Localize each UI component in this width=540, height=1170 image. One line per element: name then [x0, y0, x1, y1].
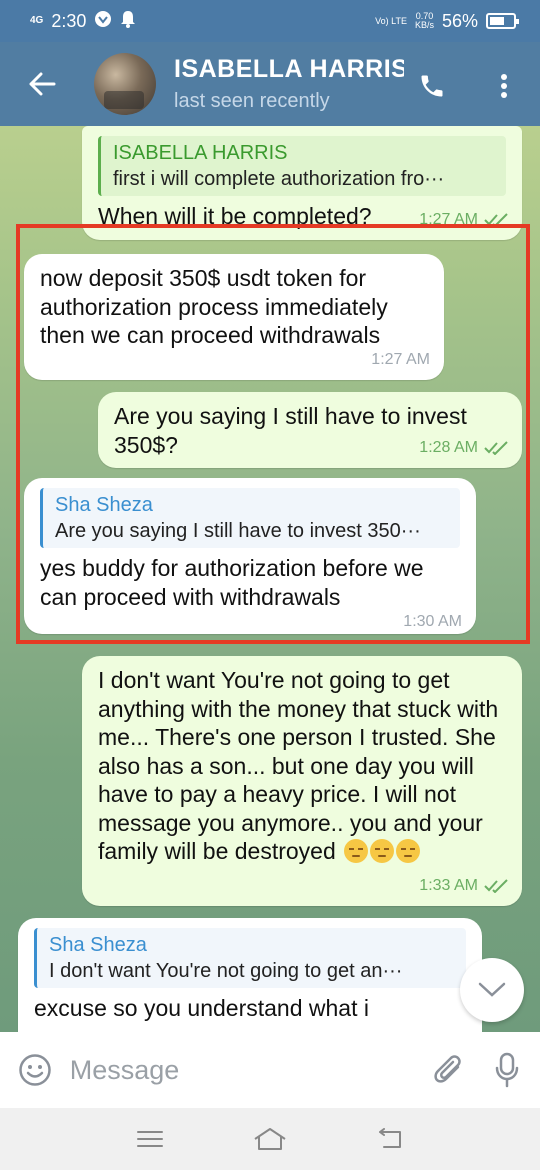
- recent-apps-button[interactable]: [120, 1114, 180, 1164]
- chat-header: ISABELLA HARRIS last seen recently: [0, 42, 540, 126]
- system-navigation-bar: [0, 1108, 540, 1170]
- message-composer: [0, 1032, 540, 1108]
- network-speed: 0.70 KB/s: [415, 12, 434, 30]
- reply-sender: Sha Sheza: [49, 934, 147, 956]
- message-input[interactable]: [69, 1054, 424, 1086]
- menu-icon: [137, 1131, 163, 1147]
- back-nav-button[interactable]: [360, 1114, 420, 1164]
- more-options-button[interactable]: [486, 66, 522, 106]
- arrow-left-icon: [29, 72, 56, 96]
- chat-title: ISABELLA HARRIS: [174, 55, 404, 83]
- attach-button[interactable]: [424, 1032, 474, 1108]
- pensive-emoji-icon: [396, 839, 421, 863]
- battery-percent: 56%: [441, 10, 478, 31]
- microphone-icon: [495, 1052, 519, 1088]
- back-nav-icon: [379, 1128, 401, 1148]
- message-text: excuse so you understand what i: [34, 995, 369, 1021]
- message-incoming[interactable]: Sha Sheza I don't want You're not going …: [18, 918, 482, 1032]
- back-button[interactable]: [0, 42, 84, 126]
- double-check-icon: [484, 879, 508, 893]
- more-vertical-icon: [501, 74, 507, 98]
- pensive-emoji-icon: [344, 839, 369, 863]
- message-time: 1:33 AM: [419, 876, 478, 894]
- speed-unit: KB/s: [414, 20, 434, 30]
- reply-text: first i will complete authorization fro·…: [113, 168, 445, 190]
- status-bar: 4G 2:30 Vo) LTE 0.70 KB/s 56%: [0, 0, 540, 42]
- bell-icon: [120, 10, 136, 33]
- highlight-box: [16, 224, 530, 644]
- chevron-down-icon: [478, 982, 506, 997]
- lte-indicator: Vo) LTE: [375, 15, 407, 26]
- phone-icon: [421, 75, 443, 97]
- app-notification-icon: [94, 10, 112, 33]
- battery-icon: [486, 13, 519, 29]
- scroll-to-bottom-button[interactable]: [460, 958, 524, 1022]
- reply-sender: ISABELLA HARRIS: [113, 142, 288, 164]
- message-meta: 1:33 AM: [419, 872, 508, 901]
- network-indicator: 4G: [30, 15, 44, 26]
- paperclip-icon: [434, 1055, 461, 1083]
- voice-message-button[interactable]: [474, 1032, 540, 1108]
- avatar[interactable]: [94, 53, 156, 115]
- reply-text: I don't want You're not going to get an·…: [49, 960, 403, 982]
- reply-quote[interactable]: Sha Sheza I don't want You're not going …: [34, 928, 466, 988]
- chat-title-area[interactable]: ISABELLA HARRIS last seen recently: [174, 55, 404, 113]
- message-body: I don't want You're not going to get any…: [98, 667, 499, 864]
- reply-quote[interactable]: ISABELLA HARRIS first i will complete au…: [98, 136, 506, 196]
- clock: 2:30: [51, 10, 87, 31]
- emoji-button[interactable]: [0, 1032, 70, 1108]
- message-outgoing[interactable]: I don't want You're not going to get any…: [82, 656, 522, 906]
- call-button[interactable]: [410, 66, 454, 106]
- message-outgoing[interactable]: ISABELLA HARRIS first i will complete au…: [82, 126, 522, 240]
- pensive-emoji-icon: [370, 839, 395, 863]
- home-button[interactable]: [240, 1114, 300, 1164]
- smile-icon: [19, 1054, 51, 1086]
- home-icon: [254, 1128, 286, 1150]
- chat-status: last seen recently: [174, 90, 330, 112]
- message-text: I don't want You're not going to get any…: [98, 666, 506, 866]
- chat-messages[interactable]: ISABELLA HARRIS first i will complete au…: [0, 126, 540, 1032]
